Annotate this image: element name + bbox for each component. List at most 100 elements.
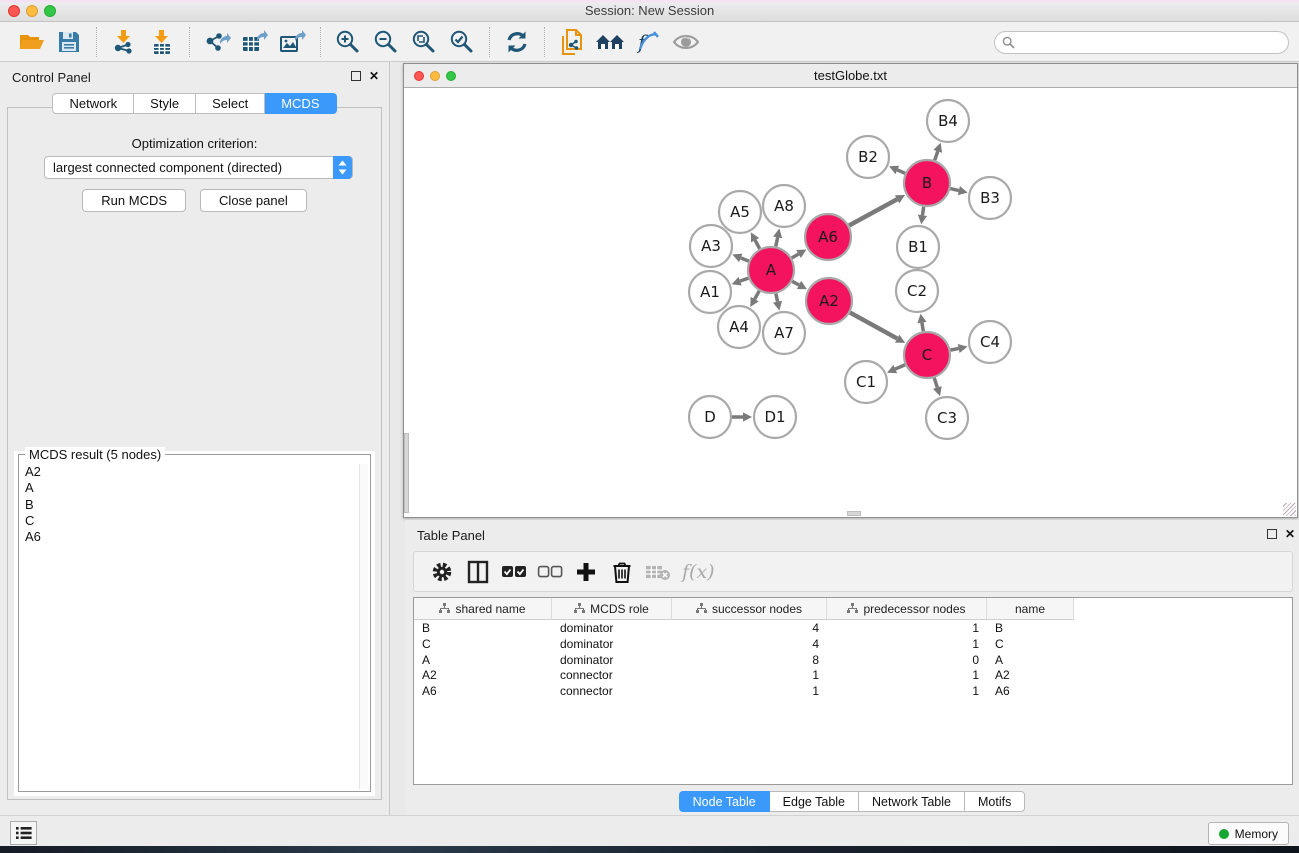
edge-C-C2[interactable] [922, 323, 923, 332]
table-row[interactable]: A2connector11A2 [414, 667, 1292, 683]
delete-rows-button[interactable] [604, 556, 640, 588]
float-panel-icon[interactable] [1267, 529, 1277, 539]
tab-node-table[interactable]: Node Table [679, 791, 770, 812]
result-list-item[interactable]: A2 [21, 464, 358, 480]
table-options-button[interactable] [424, 556, 460, 588]
table-cell[interactable]: A [414, 652, 552, 668]
graph-node-A3[interactable]: A3 [690, 225, 732, 267]
graph-node-C3[interactable]: C3 [926, 397, 968, 439]
graph-node-A4[interactable]: A4 [718, 306, 760, 348]
save-session-button[interactable] [52, 26, 86, 58]
float-panel-icon[interactable] [351, 71, 361, 81]
result-list-item[interactable]: B [21, 497, 358, 513]
tab-select[interactable]: Select [196, 93, 265, 114]
zoom-fit-content-button[interactable] [407, 26, 441, 58]
edge-A-A6[interactable] [792, 254, 799, 258]
show-hide-panel-button[interactable] [669, 26, 703, 58]
graph-node-A2[interactable]: A2 [806, 278, 852, 324]
table-cell[interactable]: A2 [987, 667, 1074, 683]
mcds-result-list[interactable]: A2ABCA6 [21, 464, 358, 789]
graph-node-B3[interactable]: B3 [969, 177, 1011, 219]
edge-A-A7[interactable] [776, 294, 778, 302]
table-cell[interactable]: 4 [672, 620, 827, 636]
result-list-item[interactable]: A [21, 480, 358, 496]
table-row[interactable]: A6connector11A6 [414, 683, 1292, 699]
graph-node-B[interactable]: B [904, 160, 950, 206]
graph-node-D1[interactable]: D1 [754, 396, 796, 438]
table-cell[interactable]: 1 [827, 636, 987, 652]
zoom-in-button[interactable] [331, 26, 365, 58]
result-list-scrollbar[interactable] [359, 464, 368, 789]
result-list-item[interactable]: C [21, 513, 358, 529]
table-cell[interactable]: A6 [987, 683, 1074, 699]
graph-node-A5[interactable]: A5 [719, 191, 761, 233]
import-table-button[interactable] [145, 26, 179, 58]
refresh-view-button[interactable] [500, 26, 534, 58]
graph-node-A1[interactable]: A1 [689, 271, 731, 313]
table-cell[interactable]: 1 [672, 667, 827, 683]
edge-A-A5[interactable] [755, 240, 760, 249]
graph-node-C4[interactable]: C4 [969, 321, 1011, 363]
graph-node-A[interactable]: A [748, 247, 794, 293]
canvas-horizontal-scrollbar[interactable] [847, 511, 861, 516]
tab-motifs[interactable]: Motifs [965, 791, 1025, 812]
edge-A-A3[interactable] [741, 258, 749, 261]
edge-A2-C[interactable] [850, 313, 897, 339]
graph-node-D[interactable]: D [689, 396, 731, 438]
edge-C-C1[interactable] [895, 365, 905, 369]
home-button[interactable] [593, 26, 627, 58]
delete-table-button[interactable] [640, 556, 676, 588]
network-canvas[interactable]: B4B2BB3A8A5A6A3B1AA1C2A2A4A7C4CC1C3DD1 [404, 88, 1297, 517]
column-header-name[interactable]: name [987, 598, 1074, 620]
edge-A6-B[interactable] [849, 199, 897, 225]
table-cell[interactable]: A6 [414, 683, 552, 699]
tab-network-table[interactable]: Network Table [859, 791, 965, 812]
select-all-rows-button[interactable] [496, 556, 532, 588]
column-header-MCDS-role[interactable]: MCDS role [552, 598, 672, 620]
graph-node-C1[interactable]: C1 [845, 361, 887, 403]
open-session-button[interactable] [14, 26, 48, 58]
edge-A-A4[interactable] [755, 291, 760, 299]
edge-B-B4[interactable] [935, 151, 938, 160]
table-cell[interactable]: C [987, 636, 1074, 652]
tab-style[interactable]: Style [134, 93, 196, 114]
graph-node-A6[interactable]: A6 [805, 214, 851, 260]
show-columns-button[interactable] [460, 556, 496, 588]
graph-node-C[interactable]: C [904, 332, 950, 378]
edge-C-C4[interactable] [951, 348, 959, 350]
table-cell[interactable]: 1 [827, 683, 987, 699]
function-builder-button[interactable]: f(x) [682, 561, 715, 583]
graph-node-B2[interactable]: B2 [847, 136, 889, 178]
window-resize-grip[interactable] [1283, 503, 1296, 516]
table-cell[interactable]: dominator [552, 652, 672, 668]
show-console-button[interactable] [10, 821, 37, 845]
table-cell[interactable]: 1 [672, 683, 827, 699]
graph-node-A7[interactable]: A7 [763, 312, 805, 354]
table-cell[interactable]: 0 [827, 652, 987, 668]
graph-node-A8[interactable]: A8 [763, 185, 805, 227]
close-panel-button[interactable]: Close panel [200, 189, 307, 212]
export-network-button[interactable] [200, 26, 234, 58]
table-cell[interactable]: B [987, 620, 1074, 636]
close-panel-icon[interactable]: ✕ [1285, 527, 1295, 541]
table-cell[interactable]: C [414, 636, 552, 652]
tab-mcds[interactable]: MCDS [265, 93, 336, 114]
table-cell[interactable]: connector [552, 683, 672, 699]
edge-A-A2[interactable] [792, 281, 799, 285]
duplicate-network-button[interactable] [555, 26, 589, 58]
zoom-out-button[interactable] [369, 26, 403, 58]
graph-node-B4[interactable]: B4 [927, 100, 969, 142]
network-window-titlebar[interactable]: testGlobe.txt [404, 64, 1297, 88]
table-cell[interactable]: 1 [827, 620, 987, 636]
table-cell[interactable]: B [414, 620, 552, 636]
table-cell[interactable]: A [987, 652, 1074, 668]
tab-network[interactable]: Network [52, 93, 134, 114]
edge-B-B2[interactable] [897, 170, 905, 173]
result-list-item[interactable]: A6 [21, 529, 358, 545]
table-cell[interactable]: connector [552, 667, 672, 683]
table-row[interactable]: Cdominator41C [414, 636, 1292, 652]
table-cell[interactable]: 1 [827, 667, 987, 683]
edge-A-A1[interactable] [740, 278, 748, 281]
column-header-successor-nodes[interactable]: successor nodes [672, 598, 827, 620]
export-table-button[interactable] [238, 26, 272, 58]
